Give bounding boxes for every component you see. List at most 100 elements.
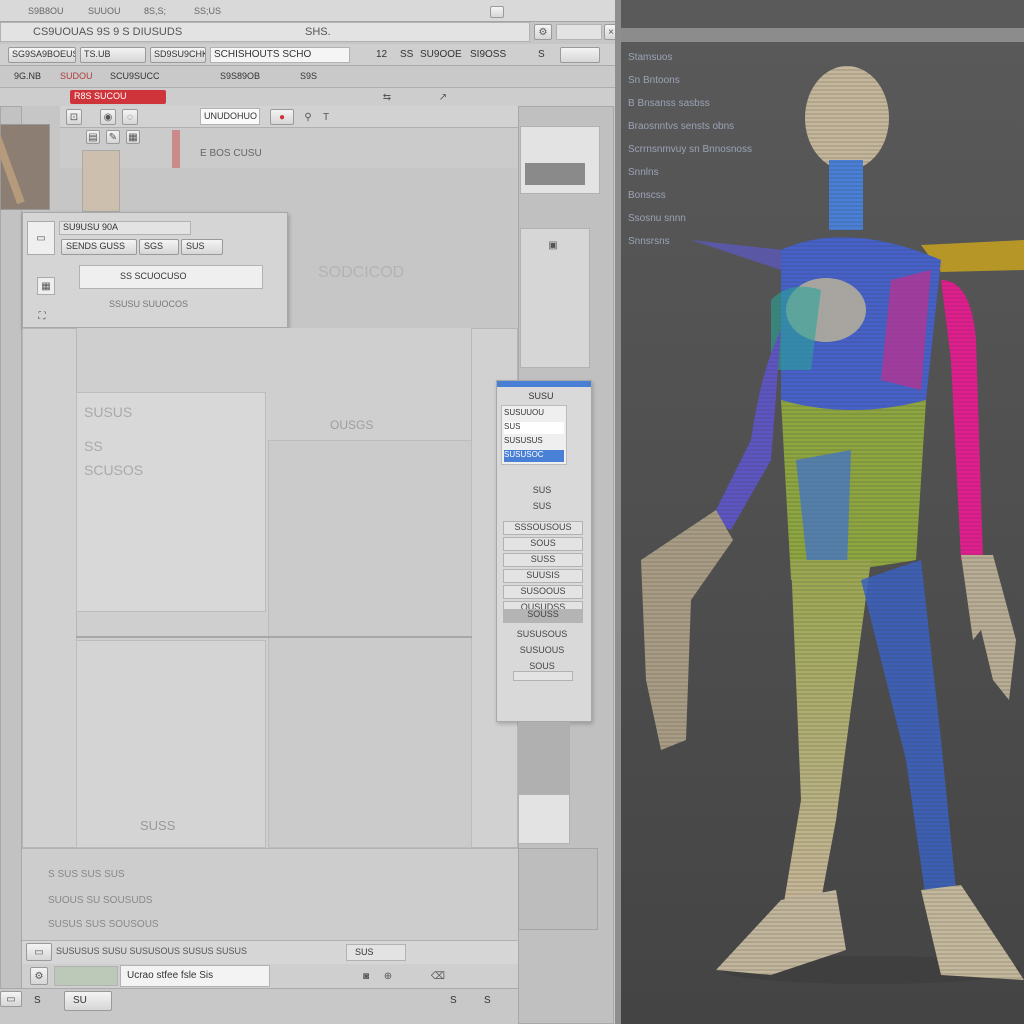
canvas-panel-lower: [76, 640, 266, 848]
dialog-field[interactable]: SS SCUOCUSO: [79, 265, 263, 289]
prop-item[interactable]: SUSUOUS: [507, 645, 577, 659]
ribbon-label[interactable]: SUDOU: [60, 71, 104, 81]
chat-icon[interactable]: ◉: [100, 109, 116, 125]
prop-item[interactable]: SUSS: [503, 553, 583, 567]
status-field[interactable]: SUS: [346, 944, 406, 961]
footer-item[interactable]: S: [484, 995, 500, 1006]
ribbon-label[interactable]: S9S89OB: [220, 71, 276, 81]
prop-item[interactable]: SUS: [507, 485, 577, 499]
green-swatch[interactable]: [54, 966, 118, 986]
list-item[interactable]: SUSUSUS: [504, 436, 564, 448]
camera-icon[interactable]: ◙: [358, 968, 374, 984]
list-box: SUSUUOU SUS SUSUSUS SUSUSOC: [501, 405, 567, 465]
toolbar-readout: 12: [376, 49, 388, 60]
panel-header-bar: [497, 381, 591, 387]
prop-slider[interactable]: [513, 671, 573, 681]
prop-item-active[interactable]: SOUSS: [503, 609, 583, 623]
list-item-selected[interactable]: SUSUSOC: [504, 450, 564, 462]
toolbar-tab[interactable]: SD9SU9CHK: [150, 47, 206, 63]
toolbar-readout: SS: [400, 49, 414, 60]
title-path: CS9UOUAS 9S 9 S DIUSUDS: [33, 26, 183, 38]
chain-icon[interactable]: ⊕: [380, 968, 396, 984]
canvas-divider: [76, 636, 472, 638]
footer-item[interactable]: S: [450, 995, 466, 1006]
left-sidebar: [0, 106, 22, 1006]
menu-item[interactable]: S9B8OU: [28, 6, 88, 16]
prop-item[interactable]: SUSOOUS: [503, 585, 583, 599]
folder-icon: ▦: [37, 277, 55, 295]
prop-item[interactable]: SUSUSOUS: [507, 629, 577, 643]
info-line: S SUS SUS SUS: [48, 869, 125, 880]
grid-icon[interactable]: ▦: [126, 130, 140, 144]
red-tag[interactable]: R8S SUCOU: [70, 90, 166, 104]
footer-item[interactable]: SU: [64, 991, 112, 1011]
canvas-label: SS: [84, 438, 103, 454]
search-icon[interactable]: ⚲: [300, 109, 316, 125]
prop-item[interactable]: SUS: [507, 501, 577, 515]
tool-row: ⊡ ◉ ◌ UNUDOHUO ● ⚲ T: [60, 106, 520, 128]
link-icon[interactable]: ⇆: [380, 90, 394, 104]
toolbar-readout: SI9OSS: [470, 49, 507, 60]
dialog-row-text: SSUSU SUUOCOS: [109, 299, 189, 309]
toolbar-readout: S: [538, 49, 545, 60]
field-row: ⚙ Ucrao stfee fsle Sis ◙ ⊕ ⌫: [22, 964, 518, 988]
path-bar: CS9UOUAS 9S 9 S DIUSUDS SHS.: [0, 22, 530, 42]
sub-label: E BOS CUSU: [200, 148, 262, 159]
toolbar-tab[interactable]: TS.UB: [80, 47, 146, 63]
toolbar-path-field[interactable]: SCHISHOUTS SCHO: [210, 47, 350, 63]
canvas-panel-left: [76, 392, 266, 612]
pen-icon[interactable]: ✎: [106, 130, 120, 144]
right-column-block: [518, 848, 598, 930]
canvas-label: SODCICOD: [318, 264, 405, 281]
info-line: SUSUS SUS SOUSOUS: [48, 919, 159, 930]
eye-icon[interactable]: ◌: [122, 109, 138, 125]
dialog-tab[interactable]: SENDS GUSS: [61, 239, 137, 255]
dialog-tab[interactable]: SGS: [139, 239, 179, 255]
canvas-panel-right: [268, 440, 472, 848]
trash-icon[interactable]: ⌫: [430, 968, 446, 984]
value-field[interactable]: UNUDOHUO: [200, 108, 260, 125]
toolbar-tab[interactable]: SG9SA9BOEUS: [8, 47, 76, 63]
frame-icon[interactable]: ▣: [545, 237, 561, 253]
arrow-icon[interactable]: ↗: [436, 90, 450, 104]
color-swatch-icon[interactable]: ●: [270, 109, 294, 125]
search-input[interactable]: [556, 24, 602, 40]
menu-item[interactable]: SS;US: [194, 6, 254, 16]
gear-icon[interactable]: ⚙: [30, 967, 48, 985]
ribbon-label[interactable]: SCU9SUCC: [110, 71, 170, 81]
brush-stroke: [0, 135, 25, 205]
tool-row-2: ▤ ✎ ▦ E BOS CUSU: [60, 128, 520, 168]
settings-icon[interactable]: ⚙: [534, 24, 552, 40]
ribbon-row-2: R8S SUCOU ⇆ ↗: [0, 88, 615, 106]
prop-item[interactable]: SSSOUSOUS: [503, 521, 583, 535]
toolbar-toggle[interactable]: [560, 47, 600, 63]
text-tool-icon[interactable]: T: [318, 109, 334, 125]
ribbon-label[interactable]: S9S: [300, 71, 340, 81]
ribbon-label[interactable]: 9G.NB: [14, 71, 54, 81]
pin-icon[interactable]: ⊡: [66, 109, 82, 125]
file-field[interactable]: Ucrao stfee fsle Sis: [120, 965, 270, 987]
list-item-selected[interactable]: SUS: [504, 422, 564, 434]
footer-button[interactable]: ▭: [0, 991, 22, 1007]
prop-item[interactable]: SUUSIS: [503, 569, 583, 583]
dialog-tab[interactable]: SUS: [181, 239, 223, 255]
figure-model[interactable]: [621, 40, 1024, 1010]
prop-item[interactable]: SOUS: [503, 537, 583, 551]
list-item[interactable]: SUSUUOU: [504, 408, 564, 420]
ribbon-row: 9G.NB SUDOU SCU9SUCC S9S89OB S9S: [0, 66, 615, 88]
menu-item[interactable]: SUUOU: [88, 6, 144, 16]
menu-item[interactable]: 8S,S;: [144, 6, 194, 16]
thumbnail-preview[interactable]: [0, 124, 50, 210]
preview-image: [525, 163, 585, 185]
maximize-button[interactable]: [490, 6, 504, 18]
toolbar-row: SG9SA9BOEUS TS.UB SD9SU9CHK SCHISHOUTS S…: [0, 44, 615, 66]
canvas-label: SUSS: [140, 818, 176, 833]
layer-icon[interactable]: ▤: [86, 130, 100, 144]
footer-item[interactable]: S: [34, 995, 50, 1006]
right-column-top: [520, 126, 600, 194]
status-row: ▭ SUSUSUS SUSU SUSUSOUS SUSUS SUSUS SUS: [22, 940, 518, 964]
image-icon[interactable]: ▭: [26, 943, 52, 961]
right-column-block: [518, 722, 570, 794]
info-line: SUOUS SU SOUSUDS: [48, 895, 153, 906]
canvas-label: OUSGS: [330, 418, 374, 432]
